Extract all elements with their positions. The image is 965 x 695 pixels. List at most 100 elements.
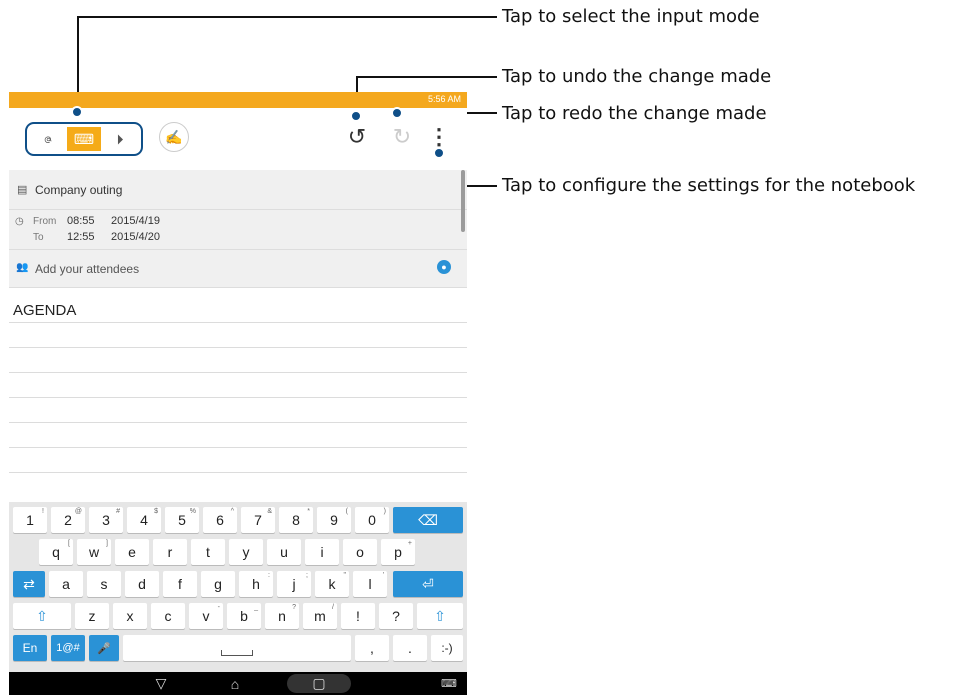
shift-key-left[interactable]: ⇧ (13, 603, 71, 629)
key[interactable]: 3 # (89, 507, 123, 533)
clock-icon: ◷ (15, 216, 24, 227)
key[interactable]: j; (277, 571, 311, 597)
mic-icon: 🎤 (97, 642, 111, 655)
scrollbar[interactable] (461, 170, 465, 232)
enter-key[interactable]: ⏎ (393, 571, 463, 597)
status-time: 5:56 AM (427, 94, 461, 104)
key[interactable]: e (115, 539, 149, 565)
language-key[interactable]: En (13, 635, 47, 661)
key[interactable]: 8 * (279, 507, 313, 533)
backspace-icon: ⌫ (418, 511, 438, 528)
ruled-line (9, 447, 467, 448)
key[interactable]: z (75, 603, 109, 629)
tab-icon: ⇄ (23, 575, 35, 592)
body-first-line: AGENDA (13, 302, 77, 319)
shift-key-right[interactable]: ⇧ (417, 603, 463, 629)
key[interactable]: r (153, 539, 187, 565)
shift-icon: ⇧ (36, 607, 48, 624)
handwriting-icon: ဇ (43, 129, 53, 146)
back-button[interactable]: ▽ (149, 674, 173, 693)
ruled-line (9, 347, 467, 348)
keyboard-icon: ⌨ (73, 130, 95, 147)
undo-button[interactable]: ↺ (344, 122, 370, 152)
callout-marker (391, 107, 403, 119)
recents-icon: ▢ (312, 675, 326, 691)
to-date: 2015/4/20 (111, 231, 160, 243)
note-body[interactable]: AGENDA (9, 288, 467, 502)
to-time: 12:55 (67, 231, 95, 243)
key[interactable]: x (113, 603, 147, 629)
callout-marker (433, 147, 445, 159)
key[interactable]: w] (77, 539, 111, 565)
key[interactable]: 6 ^ (203, 507, 237, 533)
note-icon: ▤ (17, 184, 28, 196)
signature-button[interactable]: ✍ (159, 122, 189, 152)
key[interactable]: m / (303, 603, 337, 629)
keyboard-switch-button[interactable]: ⌨ (437, 674, 461, 693)
home-button[interactable]: ⌂ (223, 674, 247, 693)
key[interactable]: 0) (355, 507, 389, 533)
callout-line (77, 16, 497, 18)
from-label: From (33, 216, 57, 227)
comma-key[interactable]: , (355, 635, 389, 661)
key[interactable]: 2 @ (51, 507, 85, 533)
key[interactable]: p + (381, 539, 415, 565)
mic-key[interactable]: 🎤 (89, 635, 119, 661)
add-contact-icon[interactable]: ● (437, 260, 451, 274)
note-title: Company outing (35, 183, 123, 197)
key[interactable]: o (343, 539, 377, 565)
space-key[interactable] (123, 635, 351, 661)
recents-button[interactable]: ▢ (287, 674, 351, 693)
key[interactable]: 9( (317, 507, 351, 533)
enter-icon: ⏎ (422, 575, 434, 592)
emoji-key[interactable]: :-) (431, 635, 463, 661)
ruled-line (9, 472, 467, 473)
backspace-key[interactable]: ⌫ (393, 507, 463, 533)
callout-undo: Tap to undo the change made (502, 66, 772, 87)
input-mode-selector[interactable]: ဇ ⌨ ⏵ (25, 122, 143, 156)
tablet-screen: 5:56 AM ဇ ⌨ ⏵ ✍ ↺ ↻ ⋮ ▤ Company outing ◷… (9, 92, 467, 695)
key[interactable]: u (267, 539, 301, 565)
key[interactable]: y (229, 539, 263, 565)
key[interactable]: ? (379, 603, 413, 629)
symbols-key[interactable]: 1@# (51, 635, 85, 661)
key[interactable]: i (305, 539, 339, 565)
handwriting-mode-button[interactable]: ဇ (31, 127, 65, 151)
key[interactable]: b _ (227, 603, 261, 629)
key[interactable]: 1! (13, 507, 47, 533)
key[interactable]: c (151, 603, 185, 629)
schedule-row[interactable]: ◷ From 08:55 2015/4/19 To 12:55 2015/4/2… (9, 210, 467, 250)
key[interactable]: n? (265, 603, 299, 629)
key[interactable]: l ' (353, 571, 387, 597)
key[interactable]: k " (315, 571, 349, 597)
key[interactable]: a (49, 571, 83, 597)
key[interactable]: 4 $ (127, 507, 161, 533)
home-icon: ⌂ (230, 675, 240, 692)
period-key[interactable]: . (393, 635, 427, 661)
pen-mode-button[interactable]: ⏵ (103, 127, 137, 151)
key[interactable]: q[ (39, 539, 73, 565)
key[interactable]: g (201, 571, 235, 597)
key[interactable]: d (125, 571, 159, 597)
undo-icon: ↺ (347, 124, 367, 149)
key[interactable]: 7 & (241, 507, 275, 533)
attendees-row[interactable]: 👥 Add your attendees ● (9, 250, 467, 288)
key[interactable]: f (163, 571, 197, 597)
redo-button[interactable]: ↻ (389, 122, 415, 152)
note-title-row[interactable]: ▤ Company outing (9, 170, 467, 210)
keyboard-mode-button[interactable]: ⌨ (67, 127, 101, 151)
key[interactable]: t (191, 539, 225, 565)
key[interactable]: 5% (165, 507, 199, 533)
callout-marker (71, 106, 83, 118)
from-date: 2015/4/19 (111, 215, 160, 227)
key[interactable]: h: (239, 571, 273, 597)
attendees-placeholder: Add your attendees (35, 262, 140, 276)
tab-key[interactable]: ⇄ (13, 571, 45, 597)
redo-icon: ↻ (392, 124, 412, 149)
key[interactable]: s (87, 571, 121, 597)
key[interactable]: ! (341, 603, 375, 629)
ruled-line (9, 397, 467, 398)
shift-icon: ⇧ (434, 607, 446, 624)
key[interactable]: v- (189, 603, 223, 629)
callout-marker (350, 110, 362, 122)
